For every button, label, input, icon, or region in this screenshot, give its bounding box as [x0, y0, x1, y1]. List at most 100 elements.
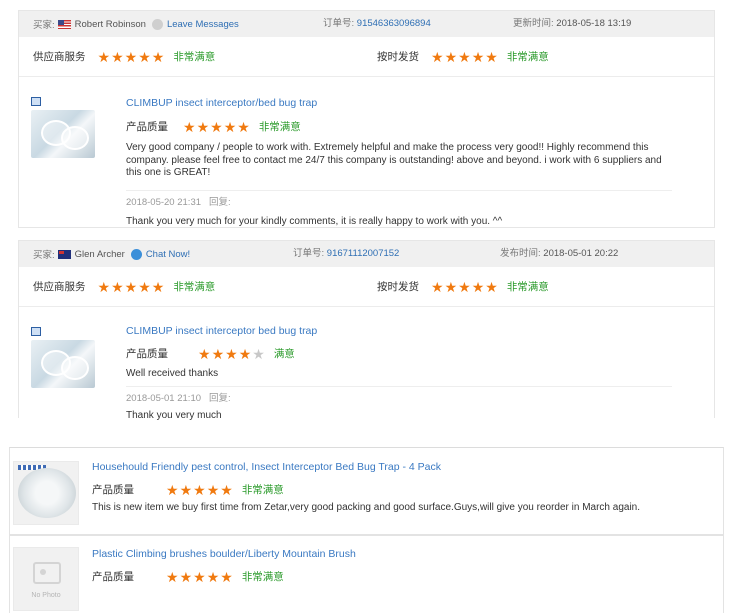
review-content: CLIMBUP insect interceptor bed bug trap …	[126, 325, 672, 421]
review-comment: Very good company / people to work with.…	[126, 142, 662, 178]
order-label: 订单号:	[323, 18, 355, 29]
quality-label: 产品质量	[126, 121, 168, 133]
star-filled-icon: ★	[220, 568, 234, 585]
shipping-label: 按时发货	[377, 51, 419, 63]
product-image-placeholder[interactable]: No Photo	[13, 547, 79, 611]
product-image[interactable]	[31, 110, 95, 158]
supplier-service-rating: 供应商服务 ★ ★ ★ ★ ★ 非常满意	[33, 37, 215, 77]
quality-label: 产品质量	[92, 484, 134, 496]
star-filled-icon: ★	[166, 481, 180, 498]
star-filled-icon: ★	[179, 481, 194, 498]
plate-image-icon	[18, 468, 76, 518]
supplier-service-label: 供应商服务	[33, 281, 86, 293]
rating-row: 供应商服务 ★ ★ ★ ★ ★ 非常满意 按时发货 ★ ★ ★ ★ ★ 非常满意	[19, 37, 714, 77]
product-thumbnail[interactable]	[31, 327, 95, 388]
product-review-item: Househould Friendly pest control, Insect…	[9, 447, 724, 535]
date-info: 发布时间: 2018-05-01 20:22	[500, 241, 618, 267]
star-filled-icon: ★	[138, 279, 152, 295]
star-filled-icon: ★	[151, 279, 166, 295]
star-filled-icon: ★	[431, 49, 445, 65]
quality-label: 产品质量	[92, 571, 134, 583]
reply-date: 2018-05-01 21:10	[126, 392, 202, 404]
star-filled-icon: ★	[124, 49, 139, 65]
star-filled-icon: ★	[196, 118, 211, 135]
star-filled-icon: ★	[431, 279, 445, 295]
order-number-link[interactable]: 91546363096894	[357, 18, 431, 29]
product-image[interactable]	[31, 340, 95, 388]
order-number-link[interactable]: 91671112007152	[327, 248, 400, 259]
buyer-name[interactable]: Glen Archer	[75, 249, 125, 260]
product-review-item: No Photo Plastic Climbing brushes boulde…	[9, 535, 724, 613]
buyer-name[interactable]: Robert Robinson	[75, 19, 146, 30]
star-filled-icon: ★	[225, 345, 239, 362]
product-image[interactable]	[13, 461, 79, 525]
supplier-service-label: 供应商服务	[33, 51, 86, 63]
date-value: 2018-05-01 20:22	[543, 248, 619, 259]
star-filled-icon: ★	[183, 118, 197, 135]
star-filled-icon: ★	[179, 568, 194, 585]
star-filled-icon: ★	[111, 49, 125, 65]
review-card: 买家: Glen Archer Chat Now! 订单号: 916711120…	[18, 240, 715, 421]
no-photo-label: No Photo	[31, 592, 61, 599]
reply-label: 回复:	[208, 392, 231, 404]
review-comment: This is new item we buy first time from …	[92, 502, 641, 513]
star-rating: ★ ★ ★ ★ ★	[98, 50, 166, 64]
star-filled-icon: ★	[206, 481, 221, 498]
message-icon[interactable]	[151, 18, 163, 30]
shipping-verdict: 非常满意	[506, 281, 549, 293]
star-rating: ★ ★ ★ ★ ★	[166, 570, 234, 584]
product-thumbnail[interactable]	[31, 97, 95, 158]
product-title-link[interactable]: Househould Friendly pest control, Insect…	[92, 461, 441, 473]
quality-rating: 产品质量 ★ ★ ★ ★ ★ 满意	[126, 346, 672, 361]
star-filled-icon: ★	[458, 49, 472, 65]
quality-verdict: 满意	[273, 348, 295, 360]
star-rating: ★ ★ ★ ★ ★	[431, 280, 499, 294]
quality-verdict: 非常满意	[258, 121, 301, 133]
product-title-link[interactable]: CLIMBUP insect interceptor/bed bug trap	[126, 97, 672, 109]
star-rating: ★ ★ ★ ★ ★	[431, 50, 499, 64]
product-badge-icon	[31, 327, 41, 336]
order-info: 订单号: 91546363096894	[323, 11, 431, 37]
star-filled-icon: ★	[223, 118, 238, 135]
product-title-link[interactable]: Plastic Climbing brushes boulder/Liberty…	[92, 548, 356, 560]
quality-rating: 产品质量 ★ ★ ★ ★ ★ 非常满意	[92, 569, 284, 584]
image-placeholder-icon	[33, 562, 61, 584]
star-filled-icon: ★	[471, 49, 486, 65]
supplier-service-verdict: 非常满意	[173, 281, 216, 293]
star-filled-icon: ★	[138, 49, 152, 65]
reply-meta: 2018-05-20 21:31 回复:	[126, 189, 672, 208]
date-info: 更新时间: 2018-05-18 13:19	[513, 11, 631, 37]
order-label: 订单号:	[293, 248, 325, 259]
order-info: 订单号: 91671112007152	[293, 241, 399, 267]
shipping-verdict: 非常满意	[506, 51, 549, 63]
star-rating: ★ ★ ★ ★ ★	[166, 483, 234, 497]
star-filled-icon: ★	[206, 568, 221, 585]
star-filled-icon: ★	[238, 345, 253, 362]
leave-messages-link[interactable]: Leave Messages	[167, 19, 239, 30]
supplier-service-rating: 供应商服务 ★ ★ ★ ★ ★ 非常满意	[33, 267, 215, 307]
star-filled-icon: ★	[458, 279, 472, 295]
reply-label: 回复:	[208, 196, 231, 208]
us-flag-icon	[57, 19, 71, 29]
quality-label: 产品质量	[126, 348, 168, 360]
product-title-link[interactable]: CLIMBUP insect interceptor bed bug trap	[126, 325, 672, 337]
chat-now-link[interactable]: Chat Now!	[146, 249, 190, 260]
star-filled-icon: ★	[97, 279, 112, 295]
product-badge-icon	[31, 97, 41, 106]
reply-text: Thank you very much	[126, 409, 222, 421]
star-filled-icon: ★	[124, 279, 139, 295]
star-filled-icon: ★	[485, 49, 499, 65]
star-filled-icon: ★	[485, 279, 499, 295]
reply-date: 2018-05-20 21:31	[126, 196, 202, 208]
quality-verdict: 非常满意	[241, 571, 284, 583]
reply-meta: 2018-05-01 21:10 回复:	[126, 385, 672, 404]
review-content: CLIMBUP insect interceptor/bed bug trap …	[126, 97, 672, 227]
rating-row: 供应商服务 ★ ★ ★ ★ ★ 非常满意 按时发货 ★ ★ ★ ★ ★ 非常满意	[19, 267, 714, 307]
au-flag-icon	[57, 249, 71, 259]
quality-rating: 产品质量 ★ ★ ★ ★ ★ 非常满意	[92, 482, 284, 497]
review-comment: Well received thanks	[126, 368, 219, 379]
star-filled-icon: ★	[471, 279, 486, 295]
star-rating: ★ ★ ★ ★ ★	[183, 120, 251, 134]
chat-icon[interactable]	[130, 248, 142, 260]
star-filled-icon: ★	[444, 279, 459, 295]
